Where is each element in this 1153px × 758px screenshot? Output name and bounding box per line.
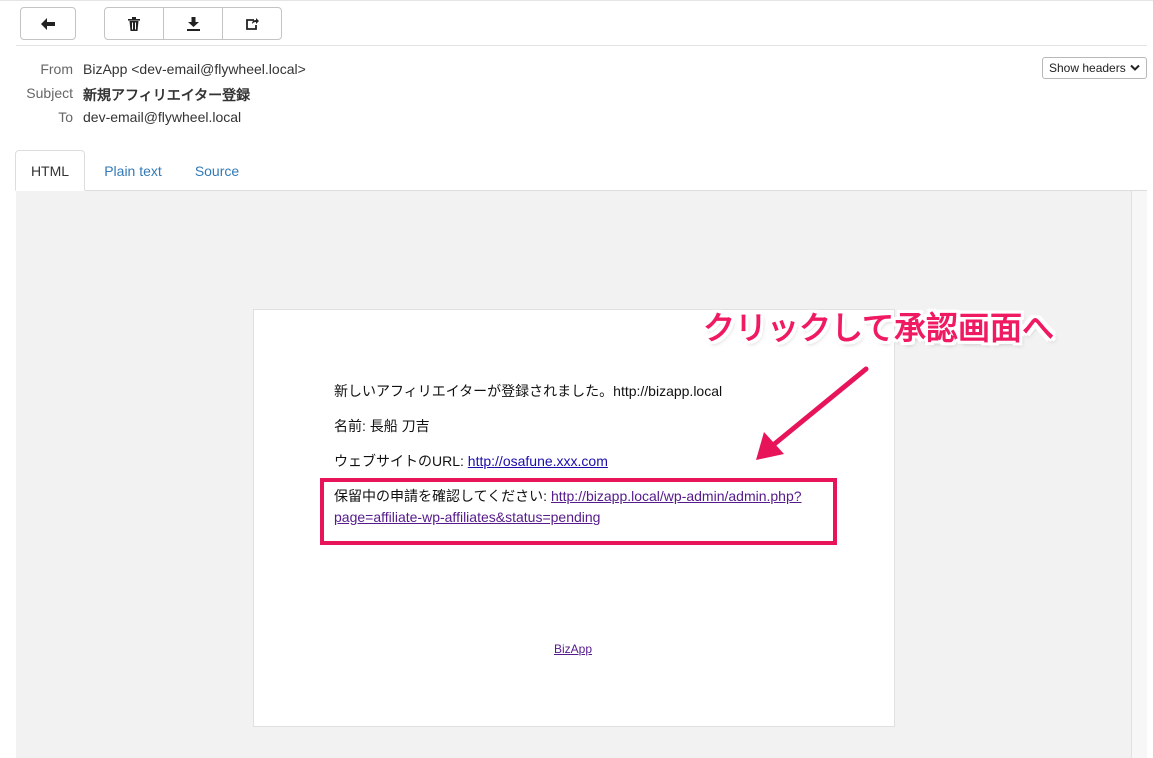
top-border bbox=[0, 0, 1153, 1]
preview-scrollbar[interactable] bbox=[1131, 191, 1147, 758]
annotation-arrow-icon bbox=[756, 366, 869, 460]
back-button[interactable] bbox=[20, 7, 76, 40]
arrow-left-icon bbox=[41, 17, 55, 30]
email-line-name: 名前: 長船 刀吉 bbox=[334, 418, 430, 434]
to-value: dev-email@flywheel.local bbox=[83, 109, 242, 125]
from-value: BizApp <dev-email@flywheel.local> bbox=[83, 61, 306, 77]
tab-source[interactable]: Source bbox=[183, 150, 251, 191]
show-headers-select[interactable]: Show headers bbox=[1042, 57, 1147, 79]
email-line-registered: 新しいアフィリエイターが登録されました。http://bizapp.local bbox=[334, 383, 723, 399]
download-button[interactable] bbox=[163, 7, 223, 40]
subject-value: 新規アフィリエイター登録 bbox=[83, 87, 251, 103]
email-line-website: ウェブサイトのURL: http://osafune.xxx.com bbox=[334, 451, 608, 472]
subject-label: Subject bbox=[26, 85, 73, 101]
forward-button[interactable] bbox=[222, 7, 282, 40]
annotation-callout: クリックして承認画面へ bbox=[703, 309, 1055, 347]
show-headers-label: Show headers bbox=[1049, 61, 1126, 75]
to-label: To bbox=[58, 109, 73, 125]
chevron-down-icon bbox=[1130, 64, 1140, 71]
message-actions bbox=[104, 7, 282, 40]
toolbar-divider bbox=[16, 45, 1147, 46]
footer-bizapp-link[interactable]: BizApp bbox=[554, 642, 592, 656]
download-icon bbox=[186, 16, 200, 31]
website-label: ウェブサイトのURL: bbox=[334, 453, 468, 469]
delete-button[interactable] bbox=[104, 7, 164, 40]
tab-plain-text[interactable]: Plain text bbox=[92, 150, 174, 191]
share-icon bbox=[246, 17, 259, 30]
from-label: From bbox=[40, 61, 73, 77]
trash-icon bbox=[128, 16, 140, 31]
website-link[interactable]: http://osafune.xxx.com bbox=[468, 453, 608, 469]
tab-html[interactable]: HTML bbox=[15, 150, 85, 191]
highlight-box bbox=[320, 478, 837, 545]
